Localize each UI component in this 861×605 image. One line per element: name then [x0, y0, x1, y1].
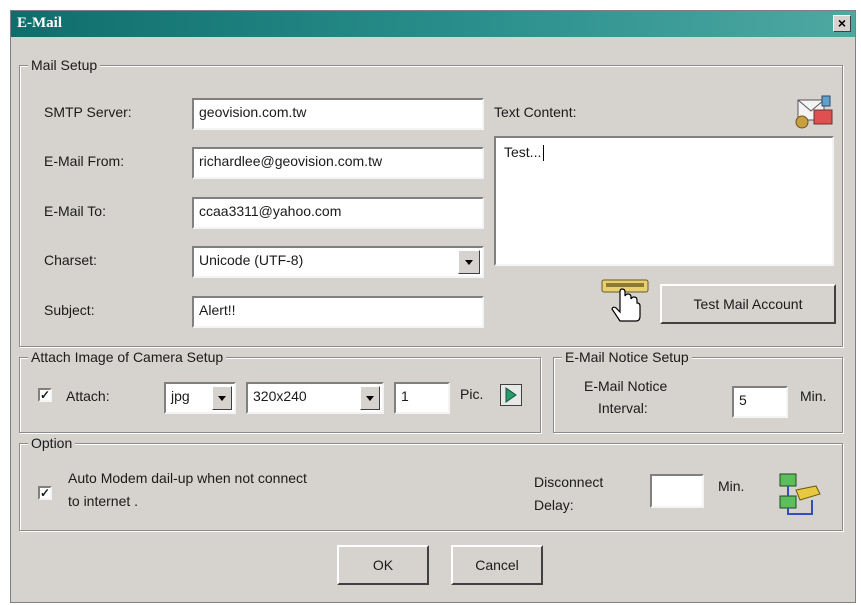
network-modem-icon [776, 470, 824, 518]
play-arrow-icon[interactable] [500, 384, 522, 406]
notice-interval-label-line1: E-Mail Notice [584, 378, 668, 394]
email-to-input[interactable]: ccaa3311@yahoo.com [192, 197, 484, 229]
notice-interval-label-line2: Interval: [598, 400, 648, 416]
hand-pointer-icon [598, 274, 654, 328]
text-content-value: Test... [504, 144, 542, 160]
mail-setup-legend: Mail Setup [28, 57, 101, 73]
smtp-server-input[interactable]: geovision.com.tw [192, 98, 484, 130]
image-size-select[interactable]: 320x240 [246, 382, 384, 414]
image-format-select[interactable]: jpg [164, 382, 236, 414]
charset-label: Charset: [44, 252, 97, 268]
smtp-server-label: SMTP Server: [44, 104, 132, 120]
option-legend: Option [28, 435, 76, 451]
disconnect-delay-label-line1: Disconnect [534, 474, 604, 490]
notice-interval-input[interactable]: 5 [732, 386, 788, 418]
attach-image-group: Attach Image of Camera Setup ✓ Attach: j… [19, 349, 541, 433]
charset-value: Unicode (UTF-8) [199, 252, 304, 268]
text-content-label: Text Content: [494, 104, 577, 120]
charset-select[interactable]: Unicode (UTF-8) [192, 246, 484, 278]
picture-count-input[interactable]: 1 [394, 382, 450, 414]
mail-setup-group: Mail Setup SMTP Server: geovision.com.tw… [19, 57, 843, 347]
attach-checkbox[interactable]: ✓ [38, 388, 52, 402]
notice-interval-unit: Min. [800, 388, 827, 404]
charset-dropdown-arrow-icon[interactable] [458, 250, 480, 274]
cancel-button[interactable]: Cancel [451, 545, 543, 585]
image-size-value: 320x240 [253, 388, 307, 404]
picture-count-label: Pic. [460, 386, 484, 402]
email-from-input[interactable]: richardlee@geovision.com.tw [192, 147, 484, 179]
close-button[interactable]: × [833, 15, 851, 32]
subject-label: Subject: [44, 302, 95, 318]
attach-label: Attach: [66, 388, 110, 404]
image-format-dropdown-arrow-icon[interactable] [212, 386, 232, 410]
test-mail-account-button[interactable]: Test Mail Account [660, 284, 836, 324]
disconnect-delay-label-line2: Delay: [534, 497, 574, 513]
title-bar[interactable]: E-Mail × [11, 11, 855, 37]
text-content-textarea[interactable]: Test... [494, 136, 834, 266]
subject-input[interactable]: Alert!! [192, 296, 484, 328]
attach-image-legend: Attach Image of Camera Setup [28, 349, 227, 365]
option-group: Option ✓ Auto Modem dail-up when not con… [19, 435, 843, 531]
disconnect-delay-input[interactable] [650, 474, 704, 508]
auto-modem-checkbox[interactable]: ✓ [38, 486, 52, 500]
email-notice-legend: E-Mail Notice Setup [562, 349, 692, 365]
image-size-dropdown-arrow-icon[interactable] [360, 386, 380, 410]
ok-button[interactable]: OK [337, 545, 429, 585]
email-dialog: E-Mail × Mail Setup SMTP Server: geovisi… [10, 10, 856, 603]
auto-modem-label-line2: to internet . [68, 493, 139, 509]
email-to-label: E-Mail To: [44, 203, 106, 219]
email-from-label: E-Mail From: [44, 153, 125, 169]
disconnect-delay-unit: Min. [718, 478, 745, 494]
email-notice-group: E-Mail Notice Setup E-Mail Notice Interv… [553, 349, 843, 433]
image-format-value: jpg [171, 388, 190, 404]
window-title: E-Mail [17, 15, 62, 31]
text-cursor [543, 145, 545, 162]
auto-modem-label-line1: Auto Modem dail-up when not connect [68, 470, 307, 486]
mail-settings-icon [792, 92, 836, 130]
